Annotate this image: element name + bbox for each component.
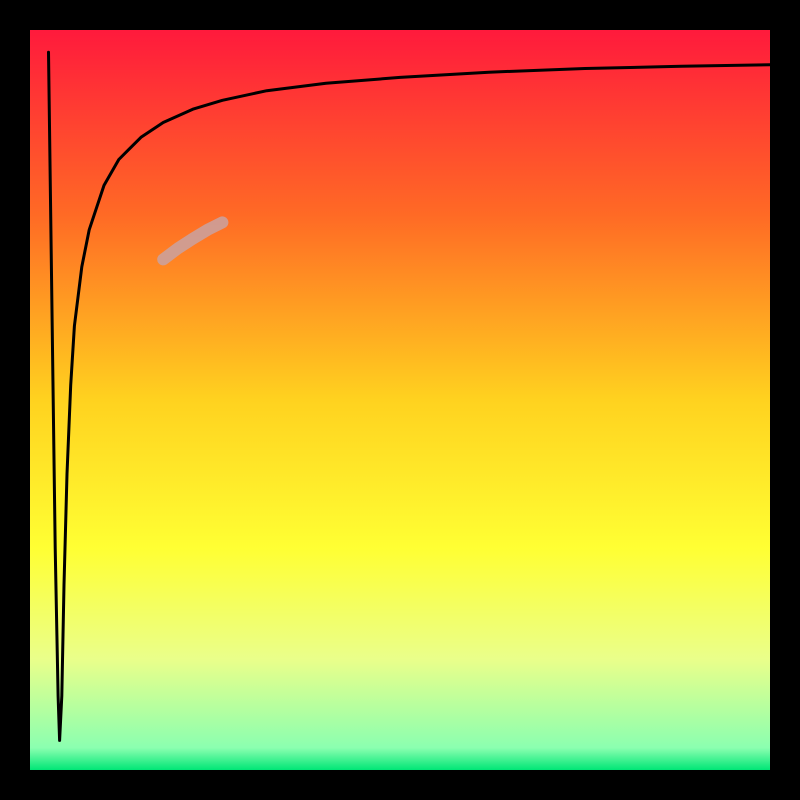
chart-container: TheBottleneck.com <box>0 0 800 800</box>
bottleneck-chart <box>0 0 800 800</box>
plot-gradient-fill <box>30 30 770 770</box>
